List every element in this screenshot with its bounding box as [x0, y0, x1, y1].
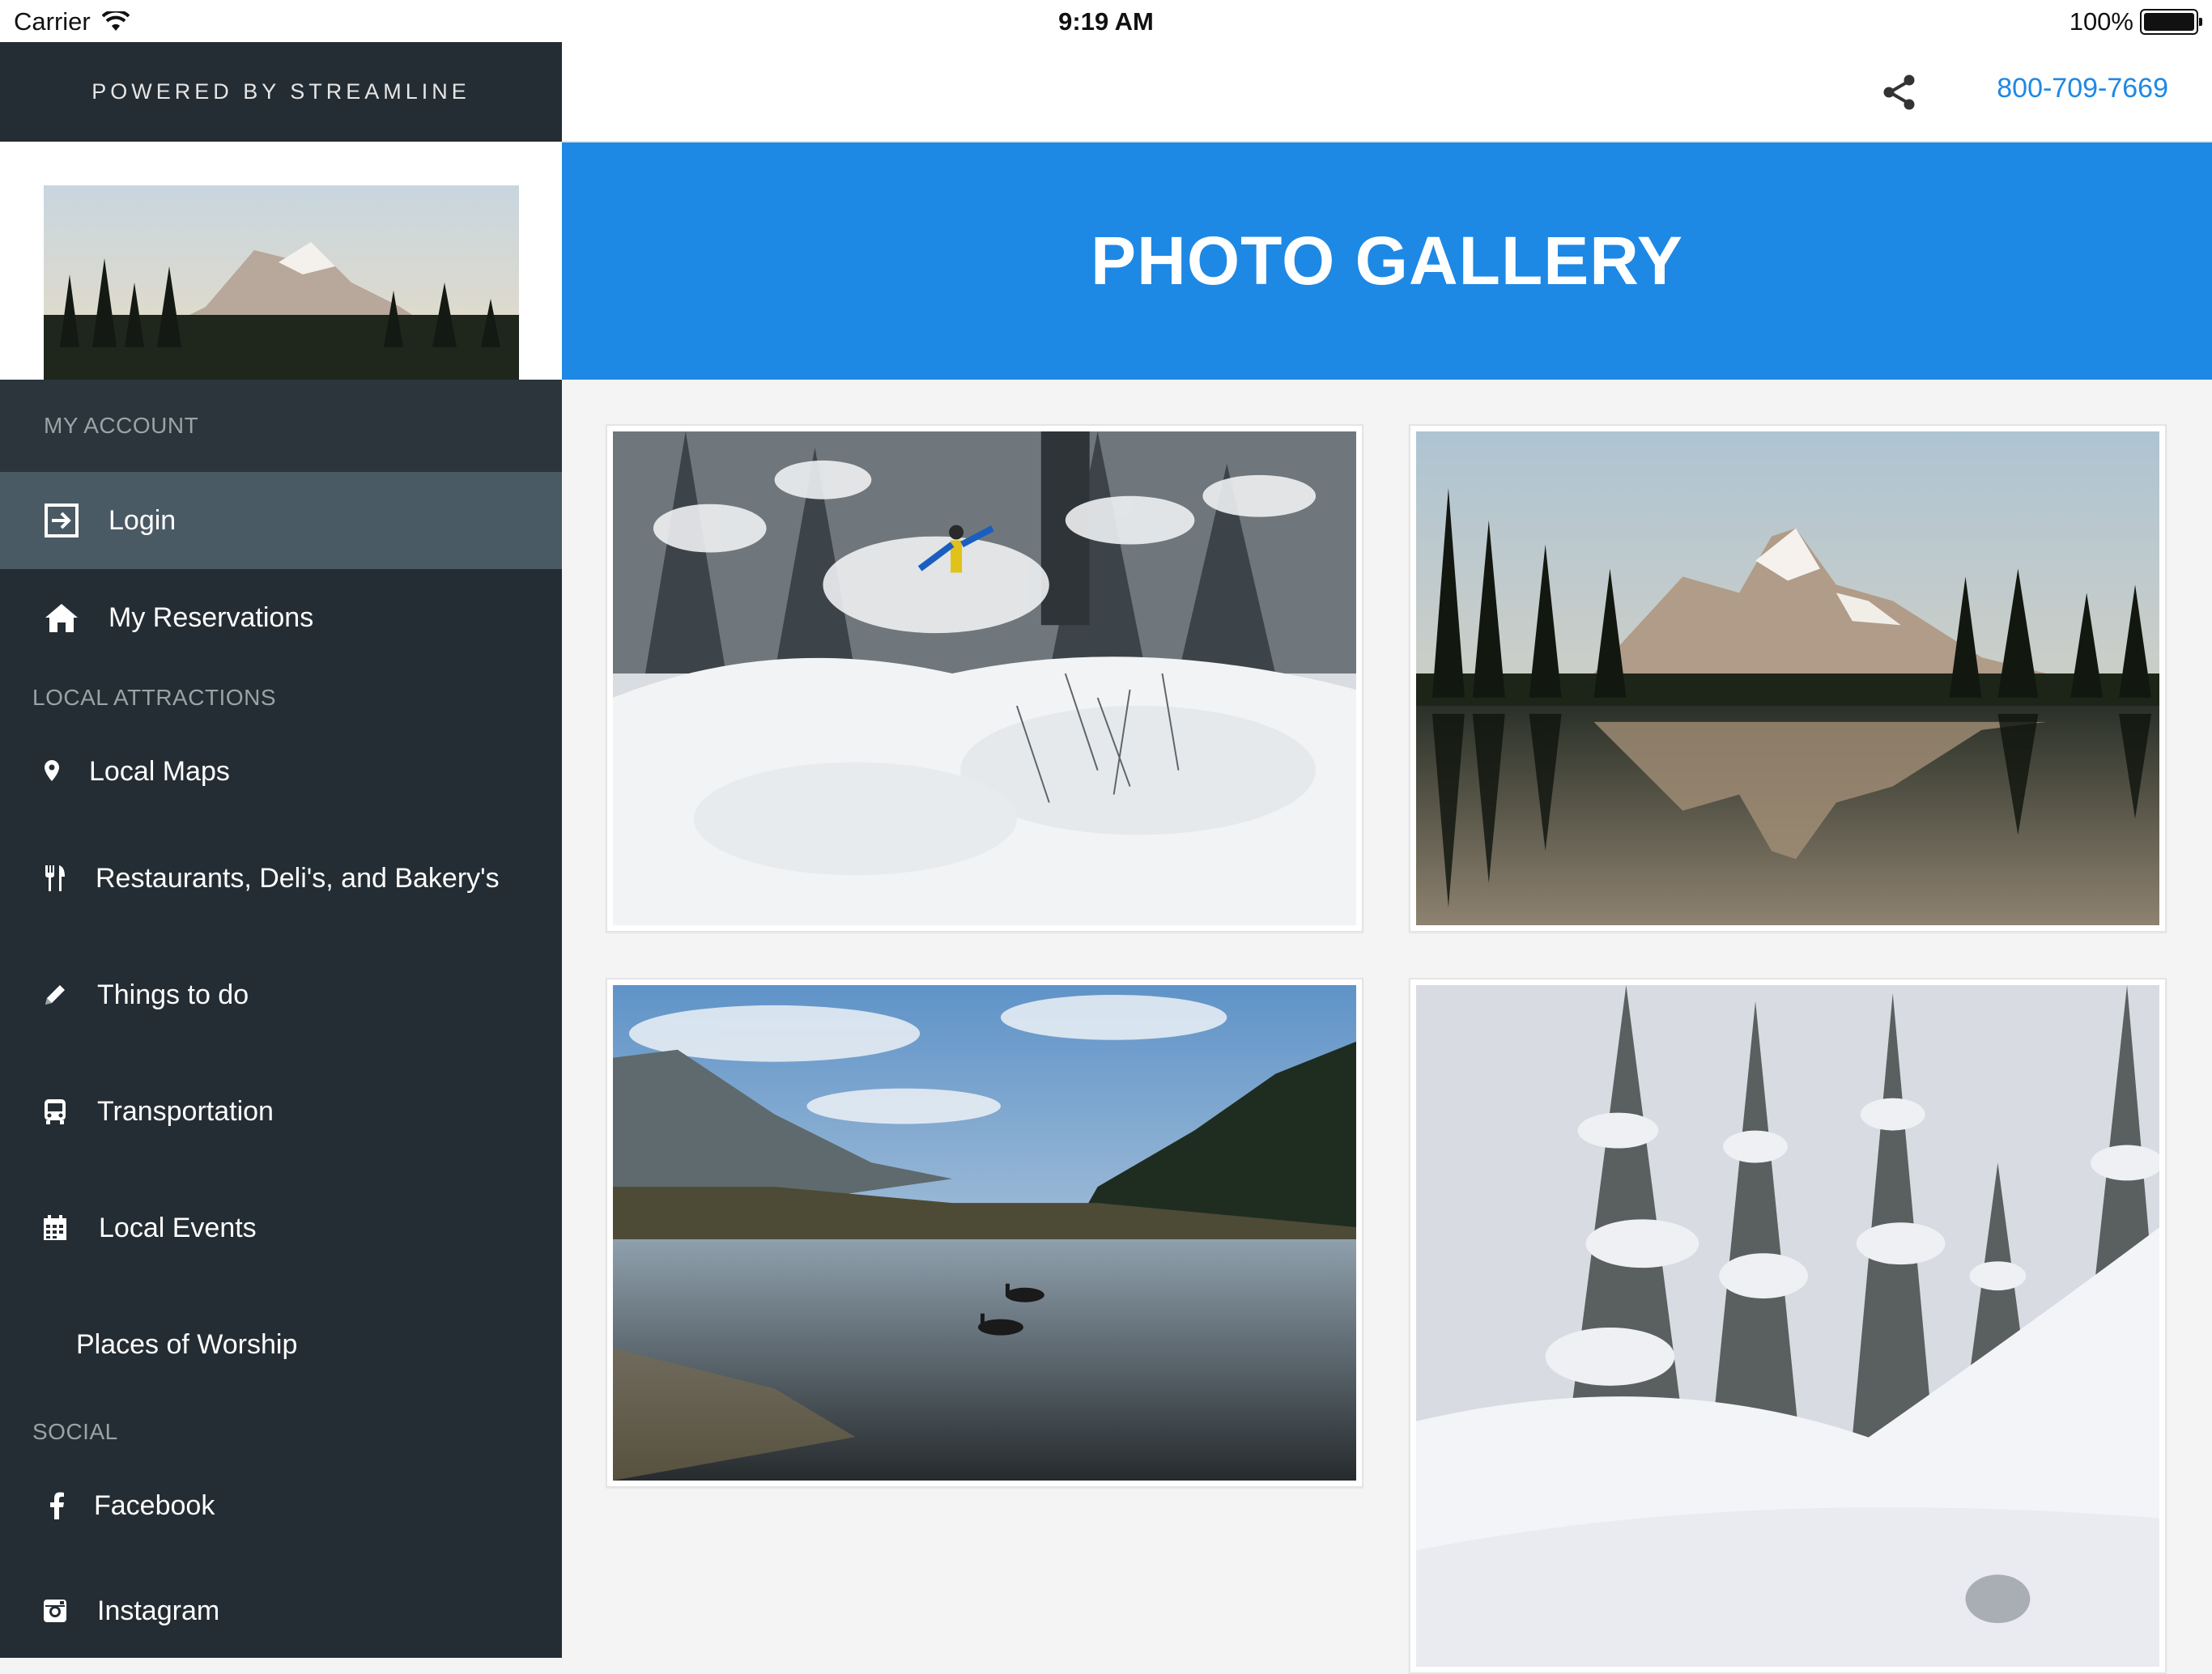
gallery-photo-2[interactable] — [1409, 424, 2167, 933]
phone-link[interactable]: 800-709-7669 — [1997, 73, 2168, 104]
gallery-photo-4[interactable] — [1409, 978, 2167, 1674]
calendar-icon — [36, 1209, 74, 1247]
clock: 9:19 AM — [1058, 7, 1154, 36]
sidebar-item-label: Local Maps — [89, 755, 230, 787]
facebook-icon — [37, 1486, 76, 1525]
photo-snowy-trees — [1416, 985, 2159, 1667]
powered-by-label: POWERED BY STREAMLINE — [0, 42, 562, 142]
map-pin-icon — [32, 752, 71, 791]
sidebar-item-login[interactable]: Login — [0, 472, 562, 569]
sidebar-item-my-reservations[interactable]: My Reservations — [0, 569, 562, 666]
sidebar-item-label: Local Events — [99, 1212, 257, 1243]
page-title: PHOTO GALLERY — [1091, 223, 1683, 299]
battery-percent: 100% — [2069, 7, 2133, 36]
fork-knife-icon — [36, 859, 74, 898]
sidebar: POWERED BY STREAMLINE MY ACCOUNT Login M… — [0, 42, 562, 1658]
sidebar-item-things-to-do[interactable]: Things to do — [0, 937, 562, 1053]
gallery-photo-3[interactable] — [606, 978, 1363, 1488]
sidebar-item-label: Instagram — [97, 1595, 220, 1626]
pencil-icon — [36, 975, 74, 1014]
photo-river-ducks — [613, 985, 1356, 1481]
sidebar-item-label: My Reservations — [108, 601, 314, 633]
home-icon — [42, 598, 81, 637]
top-bar: 800-709-7669 — [562, 42, 2212, 142]
my-account-header: MY ACCOUNT — [0, 380, 562, 472]
property-logo-image — [44, 185, 519, 380]
share-icon[interactable] — [1880, 73, 1919, 112]
photo-skier-snow — [613, 431, 1356, 925]
sidebar-item-label: Places of Worship — [76, 1328, 298, 1360]
sidebar-item-label: Things to do — [97, 979, 249, 1010]
local-attractions-header: LOCAL ATTRACTIONS — [32, 685, 276, 710]
sidebar-item-label: Transportation — [97, 1095, 274, 1127]
sidebar-item-label: Login — [108, 504, 177, 536]
sidebar-item-label: Facebook — [94, 1489, 215, 1521]
sidebar-item-label: Restaurants, Deli's, and Bakery's — [96, 862, 500, 894]
gallery-photo-1[interactable] — [606, 424, 1363, 933]
bus-icon — [36, 1092, 74, 1131]
sidebar-item-instagram[interactable]: Instagram — [0, 1550, 562, 1658]
battery-icon — [2140, 9, 2202, 35]
instagram-icon — [36, 1591, 74, 1630]
sidebar-item-restaurants[interactable]: Restaurants, Deli's, and Bakery's — [0, 820, 562, 937]
sidebar-item-places-of-worship[interactable]: Places of Worship — [0, 1286, 562, 1403]
photo-mountain-lake — [1416, 431, 2159, 925]
page-banner: PHOTO GALLERY — [562, 142, 2212, 380]
sidebar-item-transportation[interactable]: Transportation — [0, 1053, 562, 1170]
logo-panel — [0, 142, 562, 380]
sidebar-item-facebook[interactable]: Facebook — [0, 1461, 562, 1550]
battery-indicator: 100% — [2069, 7, 2202, 36]
login-icon — [42, 501, 81, 540]
sidebar-item-local-events[interactable]: Local Events — [0, 1170, 562, 1286]
status-bar: Carrier 9:19 AM 100% — [0, 0, 2212, 42]
sidebar-item-local-maps[interactable]: Local Maps — [0, 723, 562, 820]
social-header: SOCIAL — [32, 1419, 118, 1444]
